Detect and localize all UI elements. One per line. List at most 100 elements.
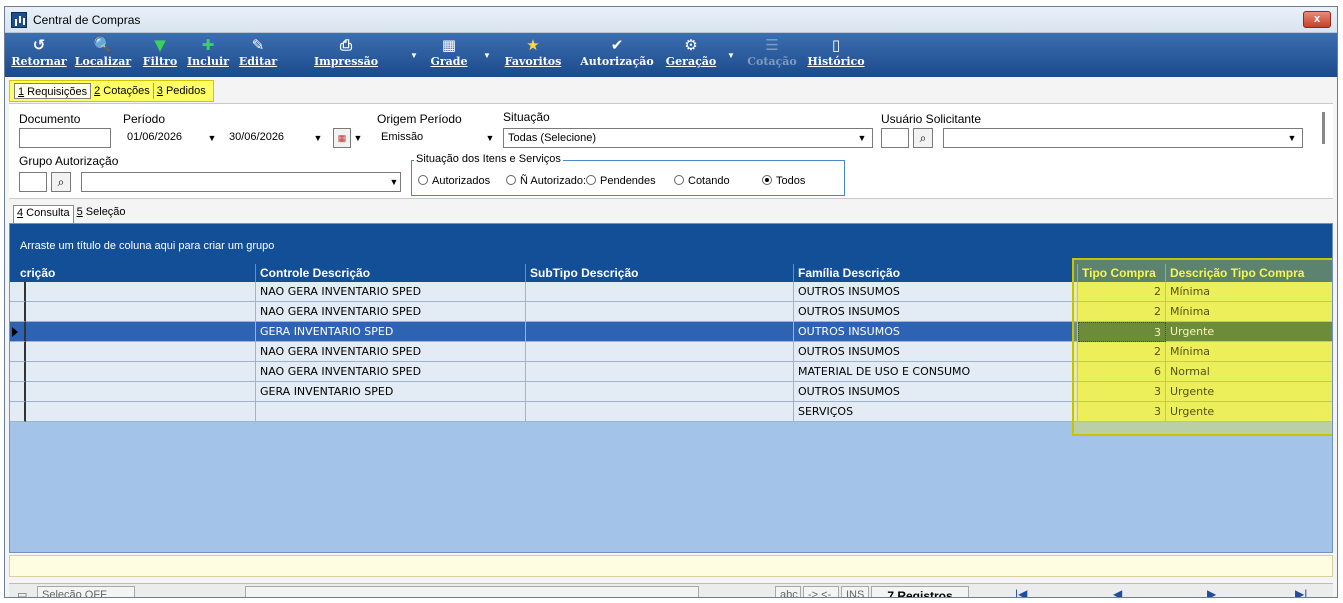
filter-scrollbar[interactable]	[1322, 112, 1325, 144]
cell-tipo-compra[interactable]: 2	[1078, 342, 1166, 362]
cell-familia[interactable]: MATERIAL DE USO E CONSUMO	[794, 362, 1078, 382]
cell-controle[interactable]: NAO GERA INVENTARIO SPED	[256, 342, 526, 362]
periodo-end-dropdown-icon[interactable]: ▼	[311, 128, 325, 148]
geracao-button[interactable]: ⚙ Geração	[663, 35, 719, 75]
cell-familia[interactable]: OUTROS INSUMOS	[794, 382, 1078, 402]
cell-familia[interactable]: OUTROS INSUMOS	[794, 342, 1078, 362]
column-header-subtipo[interactable]: SubTipo Descrição	[526, 264, 794, 282]
cell-descricao[interactable]	[26, 282, 256, 302]
column-header-tipo-compra[interactable]: Tipo Compra	[1078, 264, 1166, 282]
grupo-dropdown-icon[interactable]: ▼	[387, 172, 401, 192]
grade-dropdown-arrow-icon[interactable]: ▼	[483, 51, 491, 60]
table-row[interactable]: SERVIÇOS 3 Urgente	[10, 402, 1332, 422]
row-indicator[interactable]	[10, 402, 26, 422]
editar-button[interactable]: ✎ Editar	[235, 35, 281, 75]
situacao-dropdown-icon[interactable]: ▼	[855, 128, 869, 148]
table-row[interactable]: GERA INVENTARIO SPED OUTROS INSUMOS 3 Urgen…	[10, 382, 1332, 402]
table-row[interactable]: NAO GERA INVENTARIO SPED OUTROS INSUMOS 2 M…	[10, 342, 1332, 362]
usuario-code-field[interactable]	[881, 128, 909, 148]
row-indicator[interactable]	[10, 342, 26, 362]
usuario-name-field[interactable]	[943, 128, 1303, 148]
cell-descricao-tipo-compra[interactable]: Urgente	[1166, 322, 1332, 342]
table-row[interactable]: NAO GERA INVENTARIO SPED MATERIAL DE USO …	[10, 362, 1332, 382]
calendar-dropdown-icon[interactable]: ▼	[352, 128, 364, 148]
selecao-status[interactable]: Seleção OFF	[37, 586, 135, 597]
cell-subtipo[interactable]	[526, 362, 794, 382]
cell-tipo-compra[interactable]: 3	[1078, 322, 1166, 342]
cell-familia[interactable]: SERVIÇOS	[794, 402, 1078, 422]
tab-cotacoes[interactable]: 2 Cotações	[91, 83, 154, 99]
tab-consulta[interactable]: 4 Consulta	[13, 205, 74, 223]
cell-tipo-compra[interactable]: 2	[1078, 302, 1166, 322]
cell-controle[interactable]: NAO GERA INVENTARIO SPED	[256, 302, 526, 322]
autorizacao-button[interactable]: ✔ Autorização	[575, 35, 659, 75]
row-indicator[interactable]	[10, 322, 26, 342]
cell-familia[interactable]: OUTROS INSUMOS	[794, 322, 1078, 342]
cell-controle[interactable]: GERA INVENTARIO SPED	[256, 322, 526, 342]
cell-controle[interactable]: GERA INVENTARIO SPED	[256, 382, 526, 402]
close-button[interactable]: x	[1303, 11, 1331, 28]
cell-subtipo[interactable]	[526, 302, 794, 322]
cell-tipo-compra[interactable]: 3	[1078, 382, 1166, 402]
cell-subtipo[interactable]	[526, 382, 794, 402]
row-indicator[interactable]	[10, 382, 26, 402]
impressao-dropdown-arrow-icon[interactable]: ▼	[410, 51, 418, 60]
cell-tipo-compra[interactable]: 6	[1078, 362, 1166, 382]
cell-descricao-tipo-compra[interactable]: Urgente	[1166, 402, 1332, 422]
radio-cotando[interactable]: Cotando	[674, 175, 730, 187]
cell-descricao-tipo-compra[interactable]: Mínima	[1166, 302, 1332, 322]
column-header-descricao-tipo-compra[interactable]: Descrição Tipo Compra	[1166, 264, 1332, 282]
tab-selecao[interactable]: 5 Seleção	[74, 205, 129, 223]
favoritos-button[interactable]: ★ Favoritos	[495, 35, 571, 75]
cell-descricao-tipo-compra[interactable]: Mínima	[1166, 342, 1332, 362]
cell-familia[interactable]: OUTROS INSUMOS	[794, 302, 1078, 322]
cell-descricao[interactable]	[26, 362, 256, 382]
next-record-icon[interactable]: ▶	[1207, 587, 1216, 597]
geracao-dropdown-arrow-icon[interactable]: ▼	[727, 51, 735, 60]
cell-descricao[interactable]	[26, 322, 256, 342]
tab-pedidos[interactable]: 3 Pedidos	[154, 83, 209, 99]
cell-tipo-compra[interactable]: 3	[1078, 402, 1166, 422]
cell-descricao[interactable]	[26, 382, 256, 402]
grade-button[interactable]: ▦ Grade	[421, 35, 477, 75]
situacao-select[interactable]: Todas (Selecione)	[503, 128, 873, 148]
table-row[interactable]: GERA INVENTARIO SPED OUTROS INSUMOS 3 Urgen…	[10, 322, 1332, 342]
cell-descricao[interactable]	[26, 302, 256, 322]
calendar-icon[interactable]: ▦	[333, 128, 351, 148]
cell-controle[interactable]: NAO GERA INVENTARIO SPED	[256, 362, 526, 382]
row-indicator[interactable]	[10, 302, 26, 322]
localizar-button[interactable]: 🔍 Localizar	[71, 35, 135, 75]
cell-descricao-tipo-compra[interactable]: Mínima	[1166, 282, 1332, 302]
previous-record-icon[interactable]: ◀	[1113, 587, 1122, 597]
table-row[interactable]: NAO GERA INVENTARIO SPED OUTROS INSUMOS 2 M…	[10, 302, 1332, 322]
documento-field[interactable]	[19, 128, 111, 148]
grupo-search-icon[interactable]: ⌕	[51, 172, 71, 192]
periodo-start-dropdown-icon[interactable]: ▼	[205, 128, 219, 148]
radio-todos[interactable]: Todos	[762, 175, 805, 187]
group-by-panel[interactable]: Arraste um título de coluna aqui para cr…	[10, 224, 1332, 264]
usuario-dropdown-icon[interactable]: ▼	[1285, 128, 1299, 148]
origem-periodo-select[interactable]: Emissão	[377, 128, 495, 148]
row-indicator[interactable]	[10, 282, 26, 302]
column-header-descricao[interactable]: crição	[10, 264, 256, 282]
grupo-code-field[interactable]	[19, 172, 47, 192]
cell-subtipo[interactable]	[526, 322, 794, 342]
cell-descricao[interactable]	[26, 402, 256, 422]
cell-controle[interactable]	[256, 402, 526, 422]
incluir-button[interactable]: ✚ Incluir	[185, 35, 231, 75]
origem-dropdown-icon[interactable]: ▼	[483, 128, 497, 148]
retornar-button[interactable]: ↺ Retornar	[11, 35, 67, 75]
last-record-icon[interactable]: ▶|	[1295, 587, 1307, 597]
radio-autorizados[interactable]: Autorizados	[418, 175, 490, 187]
cell-familia[interactable]: OUTROS INSUMOS	[794, 282, 1078, 302]
usuario-search-icon[interactable]: ⌕	[913, 128, 933, 148]
column-header-controle[interactable]: Controle Descrição	[256, 264, 526, 282]
cotacao-button[interactable]: ☰ Cotação	[743, 35, 801, 75]
periodo-end-field[interactable]: 30/06/2026	[225, 128, 315, 148]
tab-requisicoes[interactable]: 1 Requisições	[14, 83, 92, 99]
impressao-button[interactable]: ⎙ Impressão	[291, 35, 401, 75]
cell-controle[interactable]: NAO GERA INVENTARIO SPED	[256, 282, 526, 302]
radio-pendendes[interactable]: Pendendes	[586, 175, 656, 187]
cell-descricao-tipo-compra[interactable]: Normal	[1166, 362, 1332, 382]
cell-subtipo[interactable]	[526, 282, 794, 302]
